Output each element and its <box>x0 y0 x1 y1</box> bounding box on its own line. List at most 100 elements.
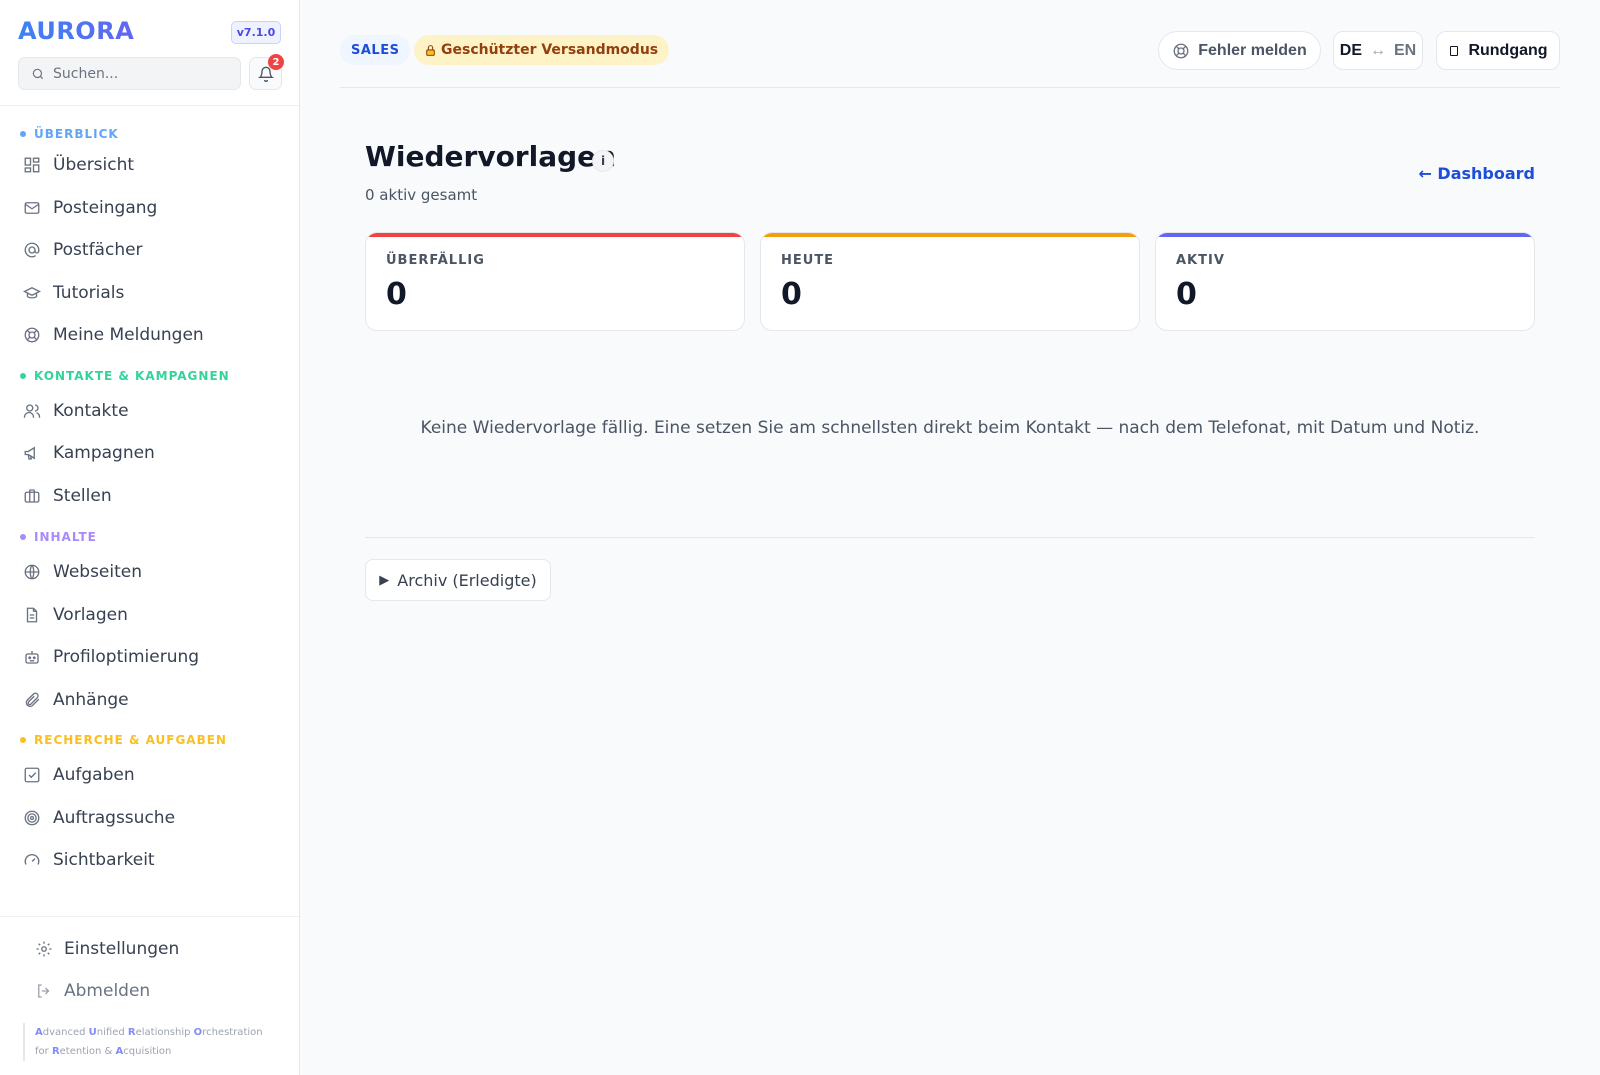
archive-label: Archiv (Erledigte) <box>397 570 537 590</box>
archive-toggle-button[interactable]: ▶ Archiv (Erledigte) <box>365 559 551 601</box>
grid-icon <box>22 155 42 175</box>
paperclip-icon <box>22 690 42 710</box>
gear-icon <box>34 939 54 959</box>
sidebar-header: AURORA v7.1.0 2 <box>0 0 299 106</box>
top-bar: SALES Geschützter Versandmodus Fehler me… <box>340 30 1560 88</box>
section-dot <box>20 737 26 743</box>
report-error-label: Fehler melden <box>1198 41 1307 59</box>
briefcase-icon <box>22 486 42 506</box>
acronym-letter: R <box>51 1046 60 1057</box>
section-recherche-aufgaben: RECHERCHE & AUFGABEN <box>20 730 227 750</box>
search-input[interactable] <box>53 65 233 82</box>
stat-value: 0 <box>1176 277 1197 312</box>
megaphone-icon <box>22 443 42 463</box>
sidebar-nav: ÜBERBLICK Übersicht Posteingang Postfäch… <box>0 106 299 916</box>
sidebar-footer: Einstellungen Abmelden Advanced Unified … <box>0 916 299 1075</box>
robot-icon <box>22 647 42 667</box>
sidebar-item-postfaecher[interactable]: Postfächer <box>20 231 280 269</box>
divider <box>365 537 1535 538</box>
sidebar-item-label: Posteingang <box>53 198 158 218</box>
sidebar-item-label: Auftragssuche <box>53 808 176 828</box>
stat-value: 0 <box>781 277 802 312</box>
users-icon <box>22 401 42 421</box>
stat-label: ÜBERFÄLLIG <box>386 253 485 268</box>
app-logo[interactable]: AURORA <box>18 17 134 45</box>
sidebar-item-label: Tutorials <box>53 283 125 303</box>
lifebuoy-icon <box>22 325 42 345</box>
sidebar-item-label: Kontakte <box>53 401 129 421</box>
sidebar-item-label: Webseiten <box>53 562 143 582</box>
empty-state-message: Keine Wiedervorlage fällig. Eine setzen … <box>420 418 1480 438</box>
sidebar-item-tutorials[interactable]: Tutorials <box>20 274 280 312</box>
stat-card-accent <box>1156 233 1534 237</box>
sidebar-item-sichtbarkeit[interactable]: Sichtbarkeit <box>20 841 280 879</box>
lang-other: EN <box>1394 41 1417 59</box>
acronym-rest: nified <box>96 1027 128 1038</box>
file-text-icon <box>22 605 42 625</box>
acronym-letter: U <box>88 1027 97 1038</box>
sidebar-item-posteingang[interactable]: Posteingang <box>20 189 280 227</box>
stat-label: AKTIV <box>1176 253 1225 268</box>
gauge-icon <box>22 850 42 870</box>
sidebar-item-label: Aufgaben <box>53 765 135 785</box>
sidebar-item-aufgaben[interactable]: Aufgaben <box>20 756 280 794</box>
sidebar-item-label: Kampagnen <box>53 443 155 463</box>
safe-mode-pill: Geschützter Versandmodus <box>414 35 670 65</box>
search-icon <box>32 68 44 79</box>
settings-link[interactable]: Einstellungen <box>34 931 179 967</box>
lang-active: DE <box>1339 41 1362 59</box>
page-title: Wiedervorlagen <box>365 140 617 173</box>
sidebar-item-label: Postfächer <box>53 240 143 260</box>
app-acronym-tagline: Advanced Unified Relationship Orchestrat… <box>23 1023 273 1061</box>
tour-button[interactable]: Rundgang <box>1436 31 1560 70</box>
acronym-rest: elationship <box>135 1027 194 1038</box>
check-square-icon <box>22 765 42 785</box>
logout-icon <box>34 981 54 1001</box>
at-icon <box>22 240 42 260</box>
section-kontakte-kampagnen: KONTAKTE & KAMPAGNEN <box>20 366 230 386</box>
report-error-button[interactable]: Fehler melden <box>1158 31 1321 70</box>
stat-card-today: HEUTE 0 <box>760 232 1140 331</box>
lock-icon <box>426 44 435 56</box>
stat-card-overdue: ÜBERFÄLLIG 0 <box>365 232 745 331</box>
section-label: RECHERCHE & AUFGABEN <box>34 733 227 747</box>
sidebar-item-profiloptimierung[interactable]: Profiloptimierung <box>20 638 280 676</box>
page-subtitle: 0 aktiv gesamt <box>365 186 478 204</box>
play-triangle-icon: ▶ <box>379 572 390 588</box>
graduation-cap-icon <box>22 283 42 303</box>
back-to-dashboard-link[interactable]: ← Dashboard <box>1418 164 1535 183</box>
acronym-rest: dvanced <box>42 1027 89 1038</box>
mode-pill: SALES <box>340 35 411 65</box>
search-box[interactable] <box>18 57 241 90</box>
section-dot <box>20 534 26 540</box>
logout-label: Abmelden <box>64 981 151 1001</box>
section-dot <box>20 373 26 379</box>
sidebar-item-webseiten[interactable]: Webseiten <box>20 553 280 591</box>
sidebar-item-auftragssuche[interactable]: Auftragssuche <box>20 799 280 837</box>
sidebar-item-label: Profiloptimierung <box>53 647 200 667</box>
section-dot <box>20 131 26 137</box>
sidebar-item-kampagnen[interactable]: Kampagnen <box>20 434 280 472</box>
sidebar-item-meine-meldungen[interactable]: Meine Meldungen <box>20 316 280 354</box>
sidebar-item-vorlagen[interactable]: Vorlagen <box>20 596 280 634</box>
sidebar-item-anhaenge[interactable]: Anhänge <box>20 681 280 719</box>
stat-card-accent <box>761 233 1139 237</box>
tour-icon <box>1450 45 1459 56</box>
acronym-letter: A <box>35 1027 43 1038</box>
section-label: INHALTE <box>34 530 97 544</box>
info-icon[interactable]: i <box>592 150 614 172</box>
acronym-letter: O <box>193 1027 203 1038</box>
notifications-button[interactable]: 2 <box>249 54 284 90</box>
sidebar-item-stellen[interactable]: Stellen <box>20 477 280 515</box>
notification-count-badge: 2 <box>268 54 284 70</box>
logout-link[interactable]: Abmelden <box>34 973 150 1009</box>
sidebar-item-label: Übersicht <box>53 155 135 175</box>
sidebar-item-kontakte[interactable]: Kontakte <box>20 392 280 430</box>
section-ueberblick: ÜBERBLICK <box>20 124 119 144</box>
tour-label: Rundgang <box>1468 41 1548 59</box>
sidebar-item-uebersicht[interactable]: Übersicht <box>20 146 280 184</box>
stat-value: 0 <box>386 277 407 312</box>
sidebar-item-label: Meine Meldungen <box>53 325 204 345</box>
sidebar-item-label: Anhänge <box>53 690 129 710</box>
language-toggle[interactable]: DE ↔ EN <box>1333 31 1423 70</box>
